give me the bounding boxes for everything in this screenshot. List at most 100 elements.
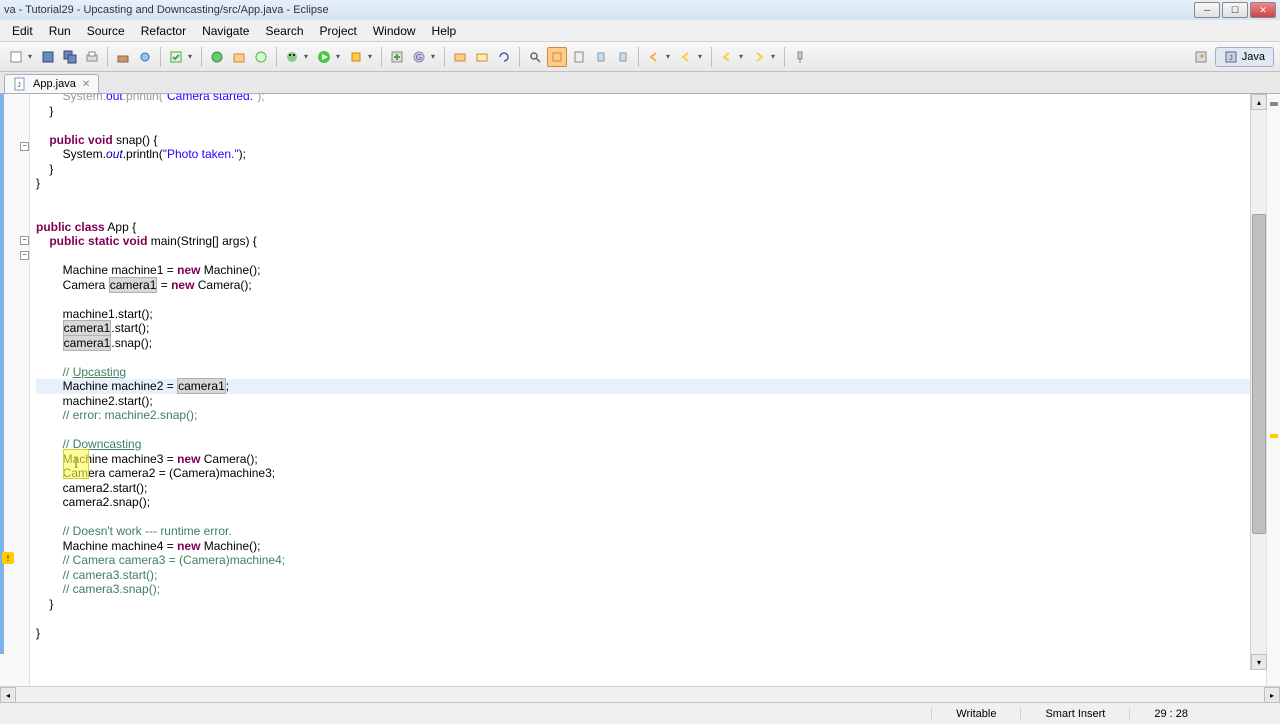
code-line[interactable]: machine1.start(); bbox=[36, 307, 1266, 322]
code-line[interactable] bbox=[36, 292, 1266, 307]
code-line[interactable] bbox=[36, 118, 1266, 133]
code-line[interactable]: camera1.snap(); bbox=[36, 336, 1266, 351]
annotations-button[interactable] bbox=[547, 47, 567, 67]
nav-back-button[interactable] bbox=[717, 47, 737, 67]
save-all-button[interactable] bbox=[60, 47, 80, 67]
open-type-button[interactable] bbox=[251, 47, 271, 67]
menu-window[interactable]: Window bbox=[365, 22, 424, 40]
search-button[interactable] bbox=[525, 47, 545, 67]
code-line[interactable]: // Camera camera3 = (Camera)machine4; bbox=[36, 553, 1266, 568]
nav-forward-button[interactable] bbox=[749, 47, 769, 67]
back-button[interactable] bbox=[676, 47, 696, 67]
run-last-button[interactable] bbox=[346, 47, 366, 67]
menu-refactor[interactable]: Refactor bbox=[133, 22, 194, 40]
code-line[interactable]: // Upcasting bbox=[36, 365, 1266, 380]
scroll-right-button[interactable]: ▸ bbox=[1264, 687, 1280, 703]
code-line[interactable] bbox=[36, 611, 1266, 626]
code-line[interactable]: public void snap() { bbox=[36, 133, 1266, 148]
code-line[interactable]: // camera3.snap(); bbox=[36, 582, 1266, 597]
scroll-left-button[interactable]: ◂ bbox=[0, 687, 16, 703]
code-line[interactable]: machine2.start(); bbox=[36, 394, 1266, 409]
menu-help[interactable]: Help bbox=[424, 22, 465, 40]
code-line[interactable] bbox=[36, 249, 1266, 264]
horizontal-scrollbar[interactable]: ◂ ▸ bbox=[0, 686, 1280, 702]
new-package-button[interactable] bbox=[229, 47, 249, 67]
code-line[interactable]: } bbox=[36, 162, 1266, 177]
code-line[interactable] bbox=[36, 350, 1266, 365]
skip-breakpoints-button[interactable] bbox=[135, 47, 155, 67]
menu-project[interactable]: Project bbox=[312, 22, 365, 40]
menu-edit[interactable]: Edit bbox=[4, 22, 41, 40]
overview-marker[interactable] bbox=[1270, 102, 1278, 106]
scroll-up-button[interactable]: ▴ bbox=[1251, 94, 1267, 110]
code-line[interactable]: camera2.snap(); bbox=[36, 495, 1266, 510]
fold-marker-icon[interactable]: − bbox=[20, 251, 29, 260]
code-line[interactable]: // Doesn't work --- runtime error. bbox=[36, 524, 1266, 539]
fold-marker-icon[interactable]: − bbox=[20, 236, 29, 245]
tab-close-button[interactable]: ✕ bbox=[82, 79, 90, 90]
warning-icon[interactable]: ! bbox=[2, 552, 14, 564]
new-button[interactable] bbox=[6, 47, 26, 67]
scroll-thumb[interactable] bbox=[1252, 214, 1266, 534]
code-line[interactable] bbox=[36, 510, 1266, 525]
run-button[interactable] bbox=[314, 47, 334, 67]
code-line[interactable]: System.out.println("Camera started."); bbox=[36, 94, 1266, 104]
new-class-button[interactable] bbox=[207, 47, 227, 67]
overview-warning-marker[interactable] bbox=[1270, 434, 1278, 438]
java-perspective-button[interactable]: J Java bbox=[1215, 47, 1274, 67]
code-line[interactable]: Machine machine3 = new Camera(); bbox=[36, 452, 1266, 467]
pin-button[interactable] bbox=[790, 47, 810, 67]
code-line[interactable]: } bbox=[36, 626, 1266, 641]
code-line[interactable]: Camera camera2 = (Camera)machine3; bbox=[36, 466, 1266, 481]
editor-tab-bar: J App.java ✕ bbox=[0, 72, 1280, 94]
code-line[interactable]: public static void main(String[] args) { bbox=[36, 234, 1266, 249]
code-line[interactable] bbox=[36, 205, 1266, 220]
menu-navigate[interactable]: Navigate bbox=[194, 22, 257, 40]
code-line[interactable] bbox=[36, 423, 1266, 438]
prev-annotation-button[interactable] bbox=[591, 47, 611, 67]
menu-search[interactable]: Search bbox=[257, 22, 311, 40]
debug-button[interactable] bbox=[282, 47, 302, 67]
vertical-scrollbar[interactable]: ▴ ▾ bbox=[1250, 94, 1266, 670]
code-line[interactable] bbox=[36, 191, 1266, 206]
code-line[interactable]: System.out.println("Photo taken."); bbox=[36, 147, 1266, 162]
code-line[interactable]: Machine machine2 = camera1; bbox=[36, 379, 1266, 394]
mark-button[interactable] bbox=[569, 47, 589, 67]
code-line[interactable]: Machine machine4 = new Machine(); bbox=[36, 539, 1266, 554]
overview-ruler[interactable] bbox=[1266, 94, 1280, 686]
fold-marker-icon[interactable]: − bbox=[20, 142, 29, 151]
last-edit-button[interactable] bbox=[644, 47, 664, 67]
next-annotation-button[interactable] bbox=[613, 47, 633, 67]
new-java-button[interactable]: G bbox=[409, 47, 429, 67]
refresh-button[interactable] bbox=[494, 47, 514, 67]
title-bar: va - Tutorial29 - Upcasting and Downcast… bbox=[0, 0, 1280, 20]
print-button[interactable] bbox=[82, 47, 102, 67]
code-line[interactable]: // error: machine2.snap(); bbox=[36, 408, 1266, 423]
code-line[interactable]: } bbox=[36, 176, 1266, 191]
code-line[interactable]: } bbox=[36, 104, 1266, 119]
menu-run[interactable]: Run bbox=[41, 22, 79, 40]
save-button[interactable] bbox=[38, 47, 58, 67]
code-line[interactable]: camera2.start(); bbox=[36, 481, 1266, 496]
build-button[interactable] bbox=[113, 47, 133, 67]
editor-ruler[interactable]: − − − ! bbox=[0, 94, 30, 686]
folder-button[interactable] bbox=[472, 47, 492, 67]
code-line[interactable]: camera1.start(); bbox=[36, 321, 1266, 336]
open-perspective-button[interactable] bbox=[1191, 47, 1211, 67]
code-line[interactable]: public class App { bbox=[36, 220, 1266, 235]
code-line[interactable]: Camera camera1 = new Camera(); bbox=[36, 278, 1266, 293]
new-project-button[interactable] bbox=[387, 47, 407, 67]
maximize-button[interactable]: ☐ bbox=[1222, 2, 1248, 18]
scroll-down-button[interactable]: ▾ bbox=[1251, 654, 1267, 670]
code-line[interactable]: Machine machine1 = new Machine(); bbox=[36, 263, 1266, 278]
minimize-button[interactable]: ─ bbox=[1194, 2, 1220, 18]
close-button[interactable]: ✕ bbox=[1250, 2, 1276, 18]
code-line[interactable]: } bbox=[36, 597, 1266, 612]
open-task-button[interactable] bbox=[450, 47, 470, 67]
menu-source[interactable]: Source bbox=[79, 22, 133, 40]
editor-tab-app[interactable]: J App.java ✕ bbox=[4, 74, 99, 93]
toggle-button[interactable] bbox=[166, 47, 186, 67]
code-editor[interactable]: System.out.println("Camera started."); }… bbox=[30, 94, 1266, 686]
code-line[interactable]: // Downcasting bbox=[36, 437, 1266, 452]
code-line[interactable]: // camera3.start(); bbox=[36, 568, 1266, 583]
